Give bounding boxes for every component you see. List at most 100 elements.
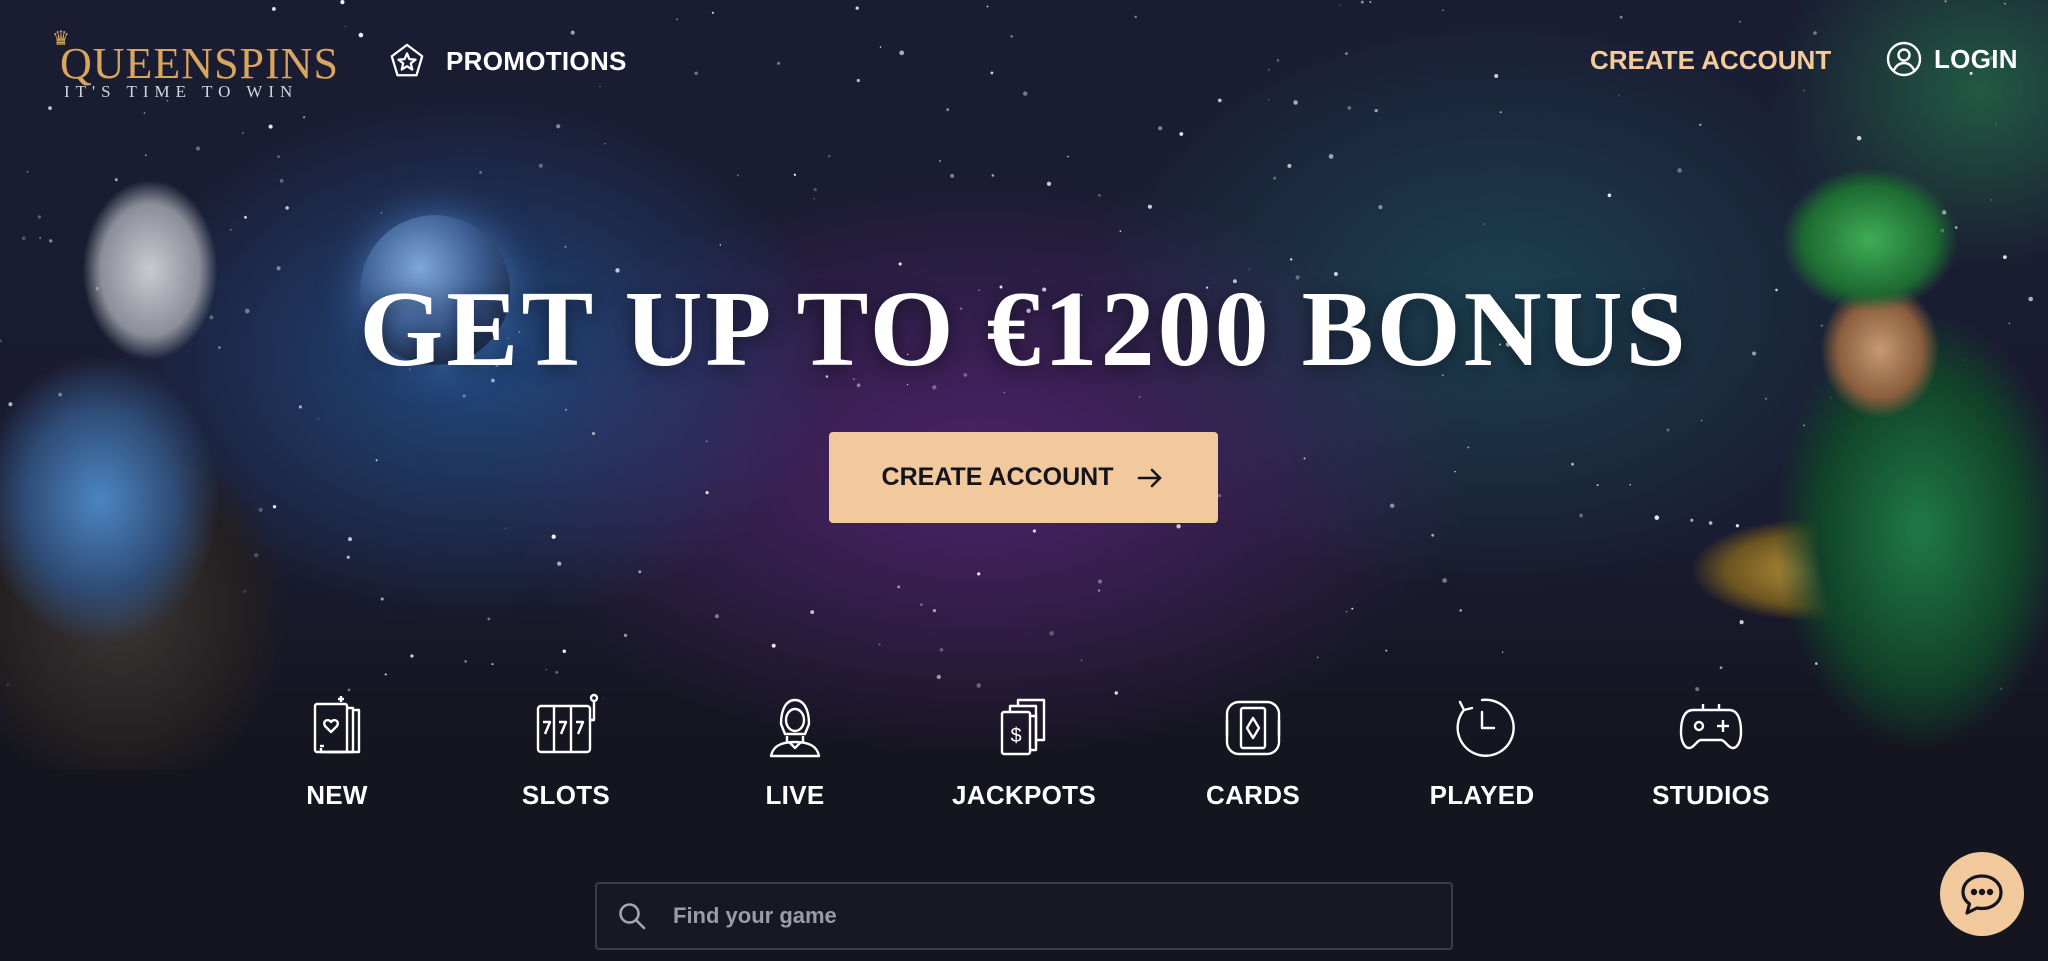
star [380,212,383,214]
create-account-link[interactable]: CREATE ACCOUNT [1590,45,1831,76]
star [1442,578,1447,583]
category-cards[interactable]: CARDS [1153,690,1353,811]
category-label: JACKPOTS [952,780,1096,810]
logo-tagline: IT'S TIME TO WIN [64,82,299,101]
star [623,633,628,638]
jackpot-cards-icon: $ [1000,698,1046,756]
star [1147,204,1152,209]
star [1303,457,1306,460]
star [920,603,923,607]
star [1502,651,1504,653]
star [555,671,559,674]
star [348,537,352,542]
star [464,660,467,663]
star [813,187,817,192]
star [1607,193,1612,198]
login-button[interactable]: LOGIN [1886,41,2018,77]
category-label: STUDIOS [1652,780,1770,810]
star [1049,631,1054,636]
star [1571,462,1574,466]
logo[interactable]: ♛ QUEENSPINS IT'S TIME TO WIN [52,26,338,106]
star [565,408,567,411]
nav-promotions[interactable]: PROMOTIONS [388,42,627,80]
star [1138,396,1141,398]
star [813,198,815,200]
category-nav: NEW SLOTS LIVE $ JACKPOTS CARDS PLAYED S… [0,690,2048,840]
category-played[interactable]: PLAYED [1382,690,1582,811]
category-label: NEW [306,780,368,810]
star [551,534,556,539]
star [1287,163,1292,168]
star [938,159,942,163]
star [1290,258,1293,261]
star [410,654,414,658]
category-new[interactable]: NEW [237,690,437,811]
star [384,673,387,676]
star [719,244,722,246]
star [1217,493,1222,498]
star [1080,659,1083,661]
header: ♛ QUEENSPINS IT'S TIME TO WIN PROMOTIONS… [0,0,2048,125]
star [991,174,995,177]
promotions-label: PROMOTIONS [446,45,627,76]
star [976,683,981,688]
star [1067,155,1069,158]
search-input[interactable] [671,902,1375,930]
star [878,643,881,646]
star [932,608,937,613]
category-studios[interactable]: STUDIOS [1611,690,1811,811]
star [898,262,902,266]
star [479,171,482,174]
hero-headline: GET UP TO €1200 BONUS [359,270,1689,389]
star [380,597,384,601]
star [487,617,491,621]
star [705,440,708,443]
star [346,555,350,559]
search-icon [619,903,646,930]
star [1579,513,1583,518]
star [504,527,507,529]
star [604,143,606,145]
star [268,124,273,129]
hero-create-account-button[interactable]: CREATE ACCOUNT [829,432,1218,523]
star [1467,446,1470,449]
star [1654,515,1660,520]
slot-machine-icon [536,693,599,754]
wizard-character-art [0,150,330,770]
gamepad-icon [1679,704,1743,750]
star [375,459,378,462]
star [545,668,547,671]
star [1345,610,1348,613]
category-label: PLAYED [1429,780,1535,810]
star [1046,181,1052,186]
star [1176,524,1181,529]
category-slots[interactable]: SLOTS [466,690,666,811]
star [1856,135,1862,141]
star [1666,428,1670,432]
category-live[interactable]: LIVE [695,690,895,811]
star [1454,470,1456,473]
star [1098,589,1101,592]
cta-label: CREATE ACCOUNT [881,463,1114,491]
chat-support-button[interactable] [1940,852,2024,936]
category-label: CARDS [1206,780,1300,810]
star [591,432,596,436]
star [557,561,562,566]
star [897,585,901,589]
category-jackpots[interactable]: $ JACKPOTS [924,690,1124,811]
star [736,174,739,177]
star [1119,230,1122,233]
star-badge-icon [390,43,424,77]
star [1483,223,1486,225]
star [1179,132,1184,136]
star [936,674,941,680]
star [1032,529,1037,533]
star [1459,609,1462,612]
star [1596,484,1599,487]
star [1389,503,1395,508]
star [562,649,567,653]
clock-icon [1456,698,1515,757]
star [1097,579,1103,584]
svg-text:$: $ [1010,725,1021,747]
new-cards-icon [313,696,361,754]
